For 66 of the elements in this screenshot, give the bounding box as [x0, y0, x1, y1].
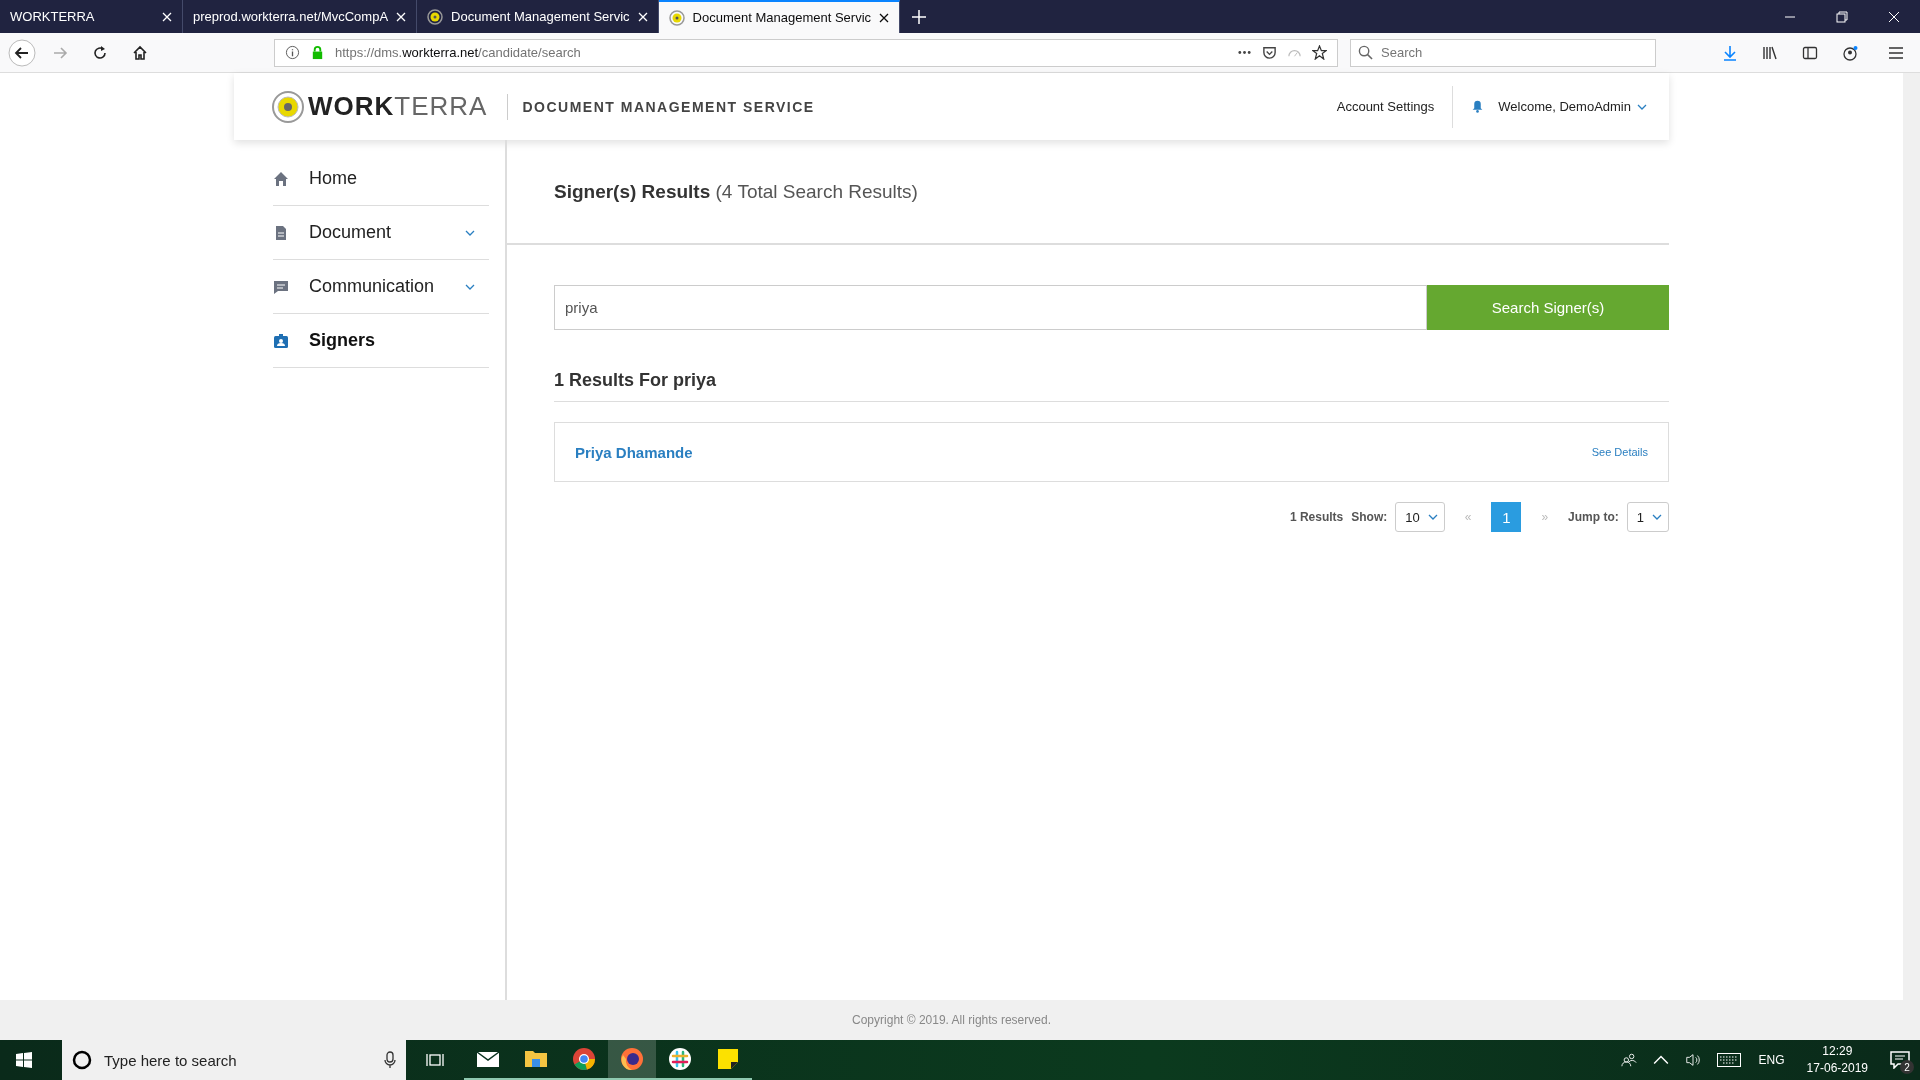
star-icon[interactable]	[1312, 45, 1327, 60]
hash-logo-icon	[668, 1047, 692, 1071]
browser-tab[interactable]: Document Management Servic	[658, 0, 901, 33]
menu-icon[interactable]	[1888, 44, 1904, 61]
chevron-down-icon	[1637, 103, 1647, 110]
address-bar[interactable]: https://dms.workterra.net/candidate/search	[274, 38, 1338, 67]
page-size-select[interactable]: 10	[1395, 502, 1445, 532]
search-icon	[1358, 44, 1373, 60]
notification-count: 2	[1900, 1060, 1914, 1074]
taskbar-search-field[interactable]: Type here to search	[62, 1040, 406, 1080]
keyboard-icon[interactable]	[1716, 1053, 1741, 1067]
id-badge-icon	[273, 332, 289, 349]
language-indicator[interactable]: ENG	[1758, 1053, 1785, 1067]
people-icon[interactable]	[1620, 1052, 1637, 1068]
scrollbar[interactable]	[1903, 73, 1920, 1040]
reload-icon[interactable]	[92, 44, 108, 61]
sidebar-icon[interactable]	[1802, 44, 1818, 61]
copyright-text: Copyright © 2019. All rights reserved.	[852, 1013, 1051, 1027]
download-icon[interactable]	[1722, 44, 1738, 61]
service-title: DOCUMENT MANAGEMENT SERVICE	[507, 93, 815, 120]
info-icon[interactable]	[285, 45, 300, 60]
target-logo-icon	[272, 90, 304, 123]
results-count: 1 Results	[1289, 510, 1344, 524]
logo-wordmark: WORKTERRA	[308, 91, 488, 122]
signer-name-link[interactable]: Priya Dhamande	[575, 443, 693, 461]
jump-to-label: Jump to:	[1568, 510, 1619, 524]
pocket-icon[interactable]	[1262, 45, 1277, 60]
task-view-icon[interactable]	[426, 1052, 444, 1068]
url-text: https://dms.workterra.net/candidate/search	[335, 45, 581, 60]
account-icon[interactable]	[1842, 44, 1858, 61]
see-details-link[interactable]: See Details	[1591, 446, 1648, 458]
chevron-down-icon	[1652, 514, 1662, 520]
speech-bubble-icon	[1890, 1051, 1910, 1069]
results-heading: 1 Results For priya	[554, 370, 1669, 402]
clock[interactable]: 12:29 17-06-2019	[1806, 1043, 1868, 1077]
sidebar-item[interactable]: Signers	[273, 314, 489, 368]
document-icon	[273, 224, 289, 241]
sidebar-item[interactable]: Communication	[273, 260, 489, 314]
microphone-icon[interactable]	[384, 1051, 396, 1069]
close-icon[interactable]	[879, 12, 890, 23]
signer-query-input[interactable]: priya	[554, 285, 1427, 330]
account-settings-link[interactable]: Account Settings	[1336, 99, 1435, 114]
fox-globe-icon	[620, 1047, 644, 1071]
speaker-icon[interactable]	[1684, 1052, 1701, 1068]
windows-logo-icon[interactable]	[16, 1052, 32, 1068]
show-label: Show:	[1351, 510, 1388, 524]
plus-icon[interactable]	[912, 9, 927, 24]
page-title: Signer(s) Results (4 Total Search Results)	[554, 180, 918, 203]
sticky-note-icon	[716, 1047, 740, 1071]
library-icon[interactable]	[1762, 44, 1778, 61]
chat-icon	[273, 278, 289, 295]
padlock-icon	[310, 45, 325, 60]
browser-logo-icon	[572, 1047, 596, 1071]
home-icon	[273, 170, 289, 187]
home-icon[interactable]	[132, 44, 148, 61]
taskbar-app[interactable]	[608, 1040, 656, 1080]
browser-search-field[interactable]: Search	[1350, 38, 1656, 67]
sidebar-item[interactable]: Home	[273, 152, 489, 206]
notification-button[interactable]: 2	[1880, 1040, 1920, 1080]
jump-to-select[interactable]: 1	[1626, 502, 1669, 532]
sidebar-item[interactable]: Document	[273, 206, 489, 260]
user-menu[interactable]: Welcome, DemoAdmin	[1498, 99, 1647, 114]
chevron-down-icon	[1427, 514, 1438, 520]
restore-icon[interactable]	[1836, 10, 1848, 23]
circle-icon	[72, 1050, 92, 1070]
bell-icon[interactable]	[1471, 100, 1485, 113]
